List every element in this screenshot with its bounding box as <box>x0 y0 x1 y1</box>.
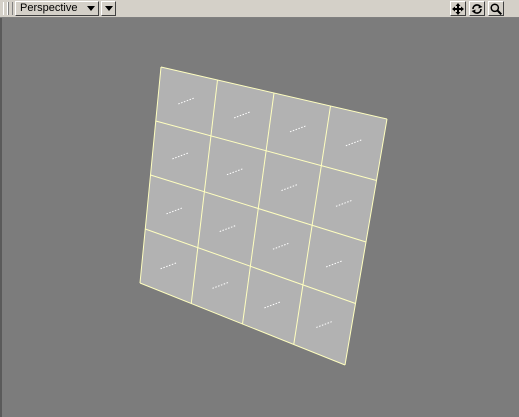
chevron-down-icon <box>105 6 113 11</box>
perspective-viewport[interactable] <box>0 18 519 417</box>
move-view-icon <box>452 3 464 15</box>
zoom-view-button[interactable] <box>488 1 504 16</box>
view-mode-dropdown[interactable]: Perspective <box>15 1 99 16</box>
rotate-view-icon <box>471 4 483 14</box>
toolbar-grip[interactable] <box>3 2 13 15</box>
rotate-view-button[interactable] <box>469 1 485 16</box>
viewport-canvas[interactable] <box>2 18 519 417</box>
zoom-view-icon <box>490 3 502 15</box>
move-view-button[interactable] <box>450 1 466 16</box>
chevron-down-icon <box>87 6 95 11</box>
viewport-options-button[interactable] <box>101 1 116 16</box>
viewport-toolbar: Perspective <box>0 0 519 18</box>
view-mode-label: Perspective <box>20 2 78 14</box>
plane-faces[interactable] <box>140 67 387 365</box>
